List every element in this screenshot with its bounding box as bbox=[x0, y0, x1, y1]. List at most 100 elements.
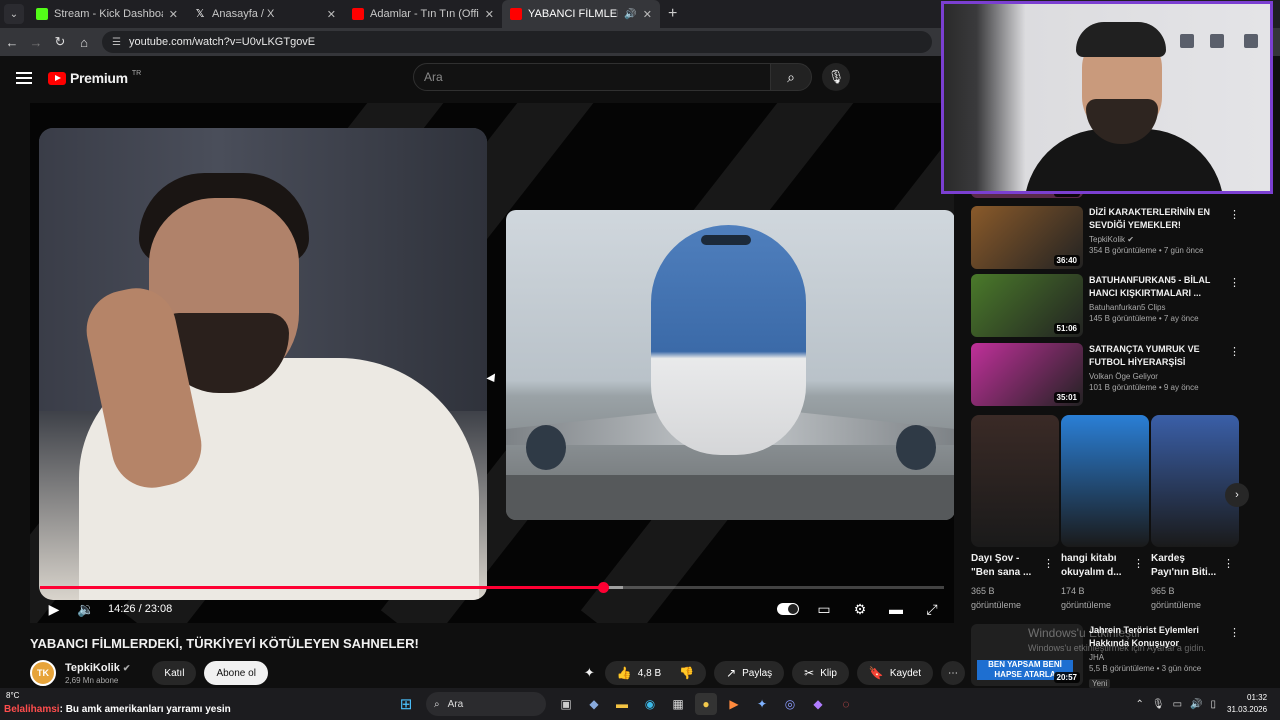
short-title[interactable]: Kardeş Payı'nın Biti... bbox=[1151, 552, 1221, 580]
more-options-icon[interactable]: ⋮ bbox=[1229, 208, 1240, 269]
battery-icon[interactable]: ▯ bbox=[1210, 699, 1216, 710]
more-options-icon[interactable]: ⋮ bbox=[1223, 557, 1234, 570]
activation-watermark: Windows'u Etkinleştir bbox=[1028, 626, 1141, 640]
channel-info: TepkiKolik ✔ 2,69 Mn abone bbox=[65, 662, 130, 685]
video-title[interactable]: SATRANÇTA YUMRUK VE FUTBOL HİYERARŞİSİ bbox=[1089, 343, 1225, 369]
short-thumbnail[interactable] bbox=[971, 415, 1059, 547]
played-bar bbox=[40, 586, 604, 589]
close-tab-icon[interactable]: ✕ bbox=[485, 8, 494, 21]
task-view-icon[interactable]: ▣ bbox=[555, 693, 577, 715]
reload-icon[interactable]: ↻ bbox=[48, 34, 72, 50]
home-icon[interactable]: ⌂ bbox=[72, 35, 96, 50]
like-button[interactable]: 👍 4,8 B 👎 bbox=[604, 661, 707, 685]
recording-app-icon[interactable]: ◌ bbox=[835, 693, 857, 715]
subscribe-button[interactable]: Abone ol bbox=[204, 661, 268, 685]
video-thumbnail[interactable]: 51:06 bbox=[971, 274, 1083, 337]
close-tab-icon[interactable]: ✕ bbox=[169, 8, 178, 21]
weather-temp[interactable]: 8°C bbox=[6, 691, 19, 700]
sidebar-video[interactable]: 51:06 BATUHANFURKAN5 - BİLAL HANCI KIŞKI… bbox=[971, 274, 1241, 337]
tab-adamlar-audio[interactable]: Adamlar - Tın Tın (Official Audio) ✕ bbox=[344, 0, 502, 28]
sidebar-video[interactable]: 35:01 SATRANÇTA YUMRUK VE FUTBOL HİYERAR… bbox=[971, 343, 1241, 406]
share-button[interactable]: ↗ Paylaş bbox=[714, 661, 785, 685]
app-icon[interactable]: ◆ bbox=[807, 693, 829, 715]
menu-icon[interactable] bbox=[16, 72, 32, 84]
forward-icon[interactable]: → bbox=[24, 35, 48, 50]
short-thumbnail[interactable] bbox=[1151, 415, 1239, 547]
more-actions-button[interactable]: ⋯ bbox=[941, 661, 965, 685]
edge-icon[interactable]: ◉ bbox=[639, 693, 661, 715]
volume-icon[interactable]: 🔉 bbox=[70, 601, 102, 618]
more-options-icon[interactable]: ⋮ bbox=[1229, 626, 1240, 686]
search-button[interactable]: ⌕ bbox=[770, 63, 812, 91]
video-player[interactable]: ▶ 🔉 14:26 / 23:08 ▭ ⚙ ▬ ⤢ bbox=[30, 103, 954, 623]
join-button[interactable]: Katıl bbox=[152, 661, 197, 685]
widgets-icon[interactable]: ◆ bbox=[583, 693, 605, 715]
save-button[interactable]: 🔖 Kaydet bbox=[856, 661, 933, 685]
channel-name[interactable]: JHA bbox=[1089, 653, 1225, 662]
thumbs-down-icon[interactable]: 👎 bbox=[679, 666, 694, 680]
channel-name[interactable]: Batuhanfurkan5 Clips bbox=[1089, 303, 1225, 312]
network-app-icon[interactable]: ✦ bbox=[751, 693, 773, 715]
fullscreen-icon[interactable]: ⤢ bbox=[916, 601, 948, 618]
theater-mode-icon[interactable]: ▬ bbox=[880, 601, 912, 618]
channel-name[interactable]: TepkiKolik ✔ bbox=[1089, 235, 1225, 244]
speaker-icon[interactable]: 🔊 bbox=[624, 9, 636, 20]
more-options-icon[interactable]: ⋮ bbox=[1043, 557, 1054, 570]
new-tab-icon[interactable]: + bbox=[668, 5, 677, 23]
microphone-tray-icon[interactable]: 🎙 bbox=[1152, 699, 1165, 710]
more-options-icon[interactable]: ⋮ bbox=[1133, 557, 1144, 570]
short-thumbnail[interactable] bbox=[1061, 415, 1149, 547]
taskbar-search[interactable]: ⌕ Ara bbox=[426, 692, 546, 716]
sidebar-video[interactable]: 36:40 DİZİ KARAKTERLERİNİN EN SEVDİĞİ YE… bbox=[971, 206, 1241, 269]
store-icon[interactable]: ▦ bbox=[667, 693, 689, 715]
search-input[interactable]: Ara bbox=[413, 63, 771, 91]
tab-search-button[interactable]: ⌄ bbox=[4, 4, 24, 24]
media-app-icon[interactable]: ▶ bbox=[723, 693, 745, 715]
more-options-icon[interactable]: ⋮ bbox=[1229, 276, 1240, 337]
video-thumbnail[interactable]: 35:01 bbox=[971, 343, 1083, 406]
subtitles-icon[interactable]: ▭ bbox=[808, 601, 840, 618]
voice-search-button[interactable]: 🎙 bbox=[822, 63, 850, 91]
more-options-icon[interactable]: ⋮ bbox=[1229, 345, 1240, 406]
volume-tray-icon[interactable]: 🔊 bbox=[1190, 699, 1202, 710]
close-tab-icon[interactable]: ✕ bbox=[327, 8, 336, 21]
avatar[interactable]: TK bbox=[30, 660, 56, 686]
chevron-up-icon[interactable]: ⌃ bbox=[1135, 699, 1143, 710]
windows-start-icon[interactable]: ⊞ bbox=[395, 693, 417, 715]
system-clock[interactable]: 01:32 31.03.2026 bbox=[1227, 692, 1267, 716]
short-title[interactable]: Dayı Şov - "Ben sana ... bbox=[971, 552, 1041, 580]
tab-x-home[interactable]: 𝕏 Anasayfa / X ✕ bbox=[186, 0, 344, 28]
chevron-right-icon[interactable]: › bbox=[1225, 483, 1249, 507]
chrome-icon[interactable]: ● bbox=[695, 693, 717, 715]
site-info-icon[interactable]: ☰ bbox=[112, 37, 121, 48]
address-bar[interactable]: ☰ youtube.com/watch?v=U0vLKGTgovE bbox=[102, 31, 932, 53]
settings-icon[interactable]: ⚙ bbox=[844, 601, 876, 618]
youtube-favicon-icon bbox=[352, 8, 364, 20]
network-icon[interactable]: ▭ bbox=[1173, 699, 1182, 710]
bookmark-icon: 🔖 bbox=[868, 666, 884, 680]
play-icon[interactable]: ▶ bbox=[38, 601, 70, 618]
tab-kick-dashboard[interactable]: Stream - Kick Dashboard ✕ bbox=[28, 0, 186, 28]
video-thumbnail[interactable]: 36:40 bbox=[971, 206, 1083, 269]
discord-icon[interactable]: ◎ bbox=[779, 693, 801, 715]
autoplay-toggle[interactable] bbox=[772, 601, 804, 618]
scissors-icon: ✂ bbox=[804, 666, 815, 680]
channel-name[interactable]: Volkan Öge Geliyor bbox=[1089, 372, 1225, 381]
kick-favicon-icon bbox=[36, 8, 48, 20]
back-icon[interactable]: ← bbox=[0, 35, 24, 50]
short-title[interactable]: hangi kitabı okuyalım d... bbox=[1061, 552, 1131, 580]
channel-name[interactable]: TepkiKolik ✔ bbox=[65, 662, 130, 674]
tab-youtube-current[interactable]: YABANCI FİLMLERDEKİ, TÜR 🔊 ✕ bbox=[502, 0, 660, 28]
close-tab-icon[interactable]: ✕ bbox=[643, 8, 652, 21]
file-explorer-icon[interactable]: ▬ bbox=[611, 693, 633, 715]
youtube-logo[interactable]: Premium TR bbox=[48, 70, 141, 86]
video-title[interactable]: DİZİ KARAKTERLERİNİN EN SEVDİĞİ YEMEKLER… bbox=[1089, 206, 1225, 232]
short-views: 174 B görüntüleme bbox=[1061, 586, 1112, 610]
clock-time: 01:32 bbox=[1247, 693, 1268, 702]
subscriber-count: 2,69 Mn abone bbox=[65, 675, 119, 685]
video-title[interactable]: BATUHANFURKAN5 - BİLAL HANCI KIŞKIRTMALA… bbox=[1089, 274, 1225, 300]
clip-button[interactable]: ✂ Klip bbox=[792, 661, 849, 685]
shop-icon[interactable]: ✦ bbox=[584, 665, 595, 681]
progress-bar[interactable] bbox=[40, 582, 944, 593]
like-count: 4,8 B bbox=[637, 667, 662, 679]
